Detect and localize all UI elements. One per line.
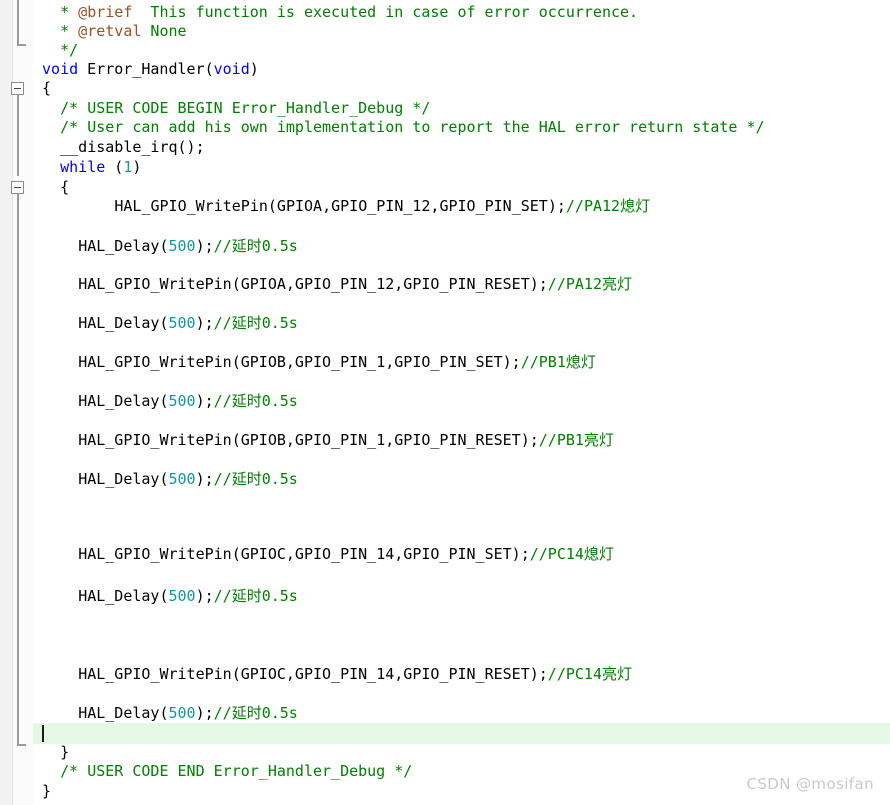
code-token-number: 500 bbox=[168, 237, 196, 255]
code-line[interactable]: HAL_Delay(500);//延时0.5s bbox=[78, 587, 298, 606]
csdn-watermark: CSDN @mosifan bbox=[746, 775, 874, 793]
code-token-comment: //PC14亮灯 bbox=[547, 665, 632, 683]
code-token-number: 500 bbox=[168, 392, 196, 410]
code-token-plain: HAL_GPIO_WritePin(GPIOB,GPIO_PIN_1,GPIO_… bbox=[78, 431, 539, 449]
code-token-comment: //PA12亮灯 bbox=[547, 275, 632, 293]
fold-margin[interactable] bbox=[13, 0, 33, 805]
code-line[interactable]: __disable_irq(); bbox=[60, 138, 205, 157]
code-line[interactable]: HAL_Delay(500);//延时0.5s bbox=[78, 237, 298, 256]
code-token-plain: ) bbox=[132, 158, 142, 176]
code-token-plain: } bbox=[60, 743, 70, 761]
code-token-plain: HAL_GPIO_WritePin(GPIOB,GPIO_PIN_1,GPIO_… bbox=[78, 353, 521, 371]
code-line[interactable]: { bbox=[60, 178, 69, 197]
code-token-comment: //PC14熄灯 bbox=[529, 545, 614, 563]
fold-guide-line bbox=[17, 0, 19, 44]
code-line[interactable]: /* User can add his own implementation t… bbox=[60, 118, 764, 137]
code-line[interactable]: HAL_Delay(500);//延时0.5s bbox=[78, 470, 298, 489]
code-token-plain: ); bbox=[195, 314, 214, 332]
code-token-comment: /* USER CODE BEGIN Error_Handler_Debug *… bbox=[60, 99, 431, 117]
code-token-plain: HAL_Delay( bbox=[78, 392, 169, 410]
code-token-comment: //延时0.5s bbox=[213, 314, 298, 332]
fold-guide-line bbox=[17, 189, 19, 744]
code-token-number: 500 bbox=[168, 314, 196, 332]
code-editor[interactable]: * @brief This function is executed in ca… bbox=[0, 0, 890, 805]
code-line[interactable]: HAL_GPIO_WritePin(GPIOB,GPIO_PIN_1,GPIO_… bbox=[78, 431, 614, 450]
code-token-number: 500 bbox=[168, 704, 196, 722]
code-token-keyword: void bbox=[213, 60, 250, 78]
code-token-plain: HAL_Delay( bbox=[78, 704, 169, 722]
code-token-comment: //延时0.5s bbox=[213, 237, 298, 255]
current-line-highlight bbox=[33, 723, 890, 744]
code-line[interactable]: * @brief This function is executed in ca… bbox=[60, 3, 638, 22]
code-token-comment: //延时0.5s bbox=[213, 704, 298, 722]
selection-margin[interactable] bbox=[0, 0, 13, 805]
fold-collapse-icon[interactable] bbox=[11, 181, 24, 194]
code-token-doctag: @brief bbox=[78, 3, 133, 21]
code-token-comment: /* User can add his own implementation t… bbox=[60, 118, 765, 136]
code-line[interactable]: while (1) bbox=[60, 158, 141, 177]
code-token-comment: */ bbox=[60, 41, 79, 59]
code-line[interactable]: */ bbox=[60, 41, 78, 60]
code-token-comment: //延时0.5s bbox=[213, 587, 298, 605]
code-line[interactable]: void Error_Handler(void) bbox=[42, 60, 259, 79]
code-token-number: 1 bbox=[123, 158, 133, 176]
code-token-plain: ); bbox=[195, 587, 214, 605]
text-caret bbox=[42, 725, 45, 742]
code-token-plain: ); bbox=[195, 392, 214, 410]
code-line[interactable]: HAL_GPIO_WritePin(GPIOA,GPIO_PIN_12,GPIO… bbox=[78, 275, 632, 294]
code-line[interactable]: /* USER CODE BEGIN Error_Handler_Debug *… bbox=[60, 99, 430, 118]
code-line[interactable]: HAL_GPIO_WritePin(GPIOA,GPIO_PIN_12,GPIO… bbox=[114, 197, 650, 216]
code-line[interactable]: } bbox=[42, 782, 51, 801]
code-token-keyword: void bbox=[42, 60, 79, 78]
code-token-comment: //延时0.5s bbox=[213, 392, 298, 410]
code-token-plain: HAL_GPIO_WritePin(GPIOA,GPIO_PIN_12,GPIO… bbox=[78, 275, 548, 293]
code-token-comment: //PB1熄灯 bbox=[520, 353, 596, 371]
code-line[interactable]: { bbox=[42, 79, 51, 98]
code-token-comment: This function is executed in case of err… bbox=[132, 3, 639, 21]
code-token-plain: HAL_GPIO_WritePin(GPIOC,GPIO_PIN_14,GPIO… bbox=[78, 545, 530, 563]
code-token-plain: } bbox=[42, 782, 52, 800]
code-token-number: 500 bbox=[168, 470, 196, 488]
code-line[interactable]: HAL_GPIO_WritePin(GPIOB,GPIO_PIN_1,GPIO_… bbox=[78, 353, 596, 372]
code-line[interactable]: /* USER CODE END Error_Handler_Debug */ bbox=[60, 762, 412, 781]
code-token-plain: __disable_irq(); bbox=[60, 138, 205, 156]
code-line[interactable]: HAL_Delay(500);//延时0.5s bbox=[78, 704, 298, 723]
code-token-plain: Error_Handler( bbox=[78, 60, 214, 78]
code-token-keyword: while bbox=[60, 158, 106, 176]
code-token-plain: HAL_GPIO_WritePin(GPIOA,GPIO_PIN_12,GPIO… bbox=[114, 197, 566, 215]
code-token-doctag: @retval bbox=[78, 22, 142, 40]
code-line[interactable]: HAL_GPIO_WritePin(GPIOC,GPIO_PIN_14,GPIO… bbox=[78, 665, 632, 684]
code-line[interactable]: } bbox=[60, 743, 69, 762]
code-token-plain: ); bbox=[195, 470, 214, 488]
code-line[interactable]: * @retval None bbox=[60, 22, 186, 41]
code-token-comment: //PB1亮灯 bbox=[538, 431, 614, 449]
code-text-area[interactable]: * @brief This function is executed in ca… bbox=[33, 0, 890, 805]
code-token-number: 500 bbox=[168, 587, 196, 605]
code-token-comment: * bbox=[60, 3, 79, 21]
code-token-comment: //延时0.5s bbox=[213, 470, 298, 488]
fold-collapse-icon[interactable] bbox=[11, 82, 24, 95]
code-token-plain: HAL_Delay( bbox=[78, 314, 169, 332]
code-token-plain: ( bbox=[105, 158, 124, 176]
code-token-plain: { bbox=[60, 178, 70, 196]
code-token-comment: None bbox=[141, 22, 187, 40]
code-line[interactable]: HAL_Delay(500);//延时0.5s bbox=[78, 392, 298, 411]
code-token-plain: HAL_GPIO_WritePin(GPIOC,GPIO_PIN_14,GPIO… bbox=[78, 665, 548, 683]
code-token-comment: //PA12熄灯 bbox=[565, 197, 651, 215]
code-token-plain: HAL_Delay( bbox=[78, 237, 169, 255]
fold-guide-line bbox=[17, 84, 19, 176]
code-token-plain: ) bbox=[249, 60, 259, 78]
code-token-comment: /* USER CODE END Error_Handler_Debug */ bbox=[60, 762, 413, 780]
code-token-comment: * bbox=[60, 22, 79, 40]
code-token-plain: ); bbox=[195, 237, 214, 255]
fold-guide-elbow bbox=[17, 744, 26, 746]
code-token-plain: { bbox=[42, 79, 52, 97]
code-line[interactable]: HAL_GPIO_WritePin(GPIOC,GPIO_PIN_14,GPIO… bbox=[78, 545, 614, 564]
code-token-plain: HAL_Delay( bbox=[78, 587, 169, 605]
fold-guide-elbow bbox=[17, 44, 26, 46]
code-token-plain: ); bbox=[195, 704, 214, 722]
code-token-plain: HAL_Delay( bbox=[78, 470, 169, 488]
code-line[interactable]: HAL_Delay(500);//延时0.5s bbox=[78, 314, 298, 333]
